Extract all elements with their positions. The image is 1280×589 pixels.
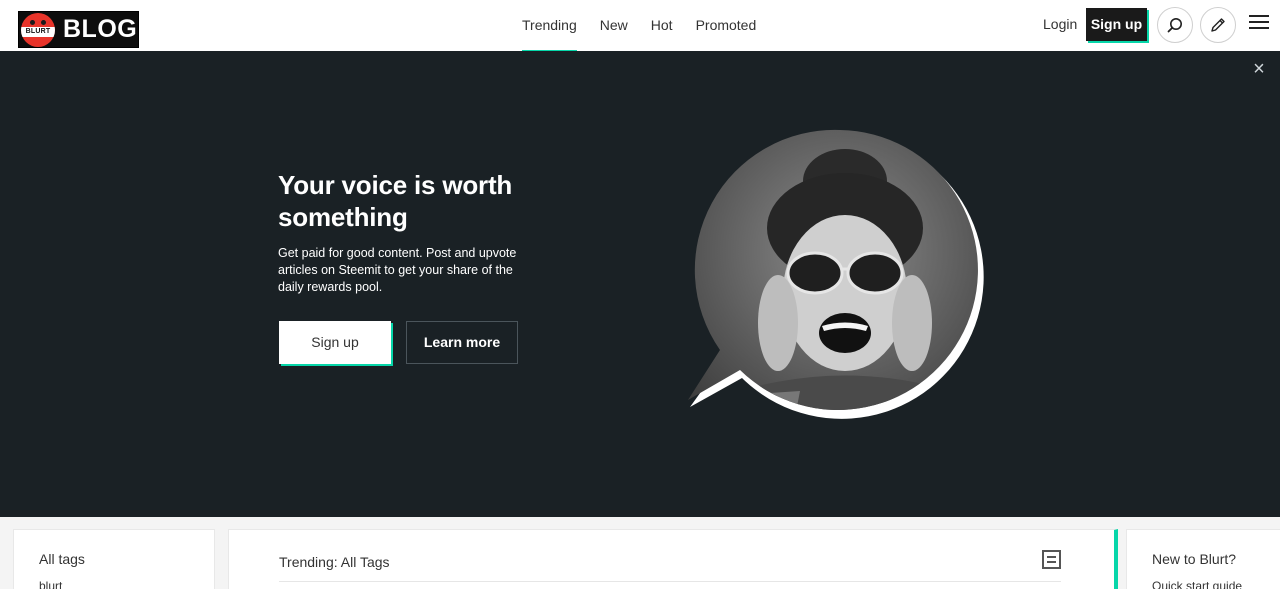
logo-text: BLOG: [63, 15, 138, 43]
nav-item-promoted[interactable]: Promoted: [696, 0, 757, 51]
hamburger-menu-icon[interactable]: [1249, 15, 1269, 35]
blurt-logo[interactable]: BLURT BLOG: [18, 11, 139, 48]
main-nav: Trending New Hot Promoted: [522, 0, 757, 53]
content-area: All tags blurt Trending: All Tags New to…: [0, 517, 1280, 589]
search-button[interactable]: [1157, 7, 1193, 43]
blurt-mascot-icon: BLURT: [21, 12, 55, 47]
new-to-blurt-sidebar: New to Blurt? Quick start guide: [1126, 529, 1280, 589]
close-icon[interactable]: ×: [1251, 59, 1267, 79]
post-feed: Trending: All Tags: [228, 529, 1118, 589]
learn-more-button[interactable]: Learn more: [406, 321, 518, 364]
hero-photo-speech-bubble: [688, 129, 984, 419]
signup-button[interactable]: Sign up: [1086, 8, 1147, 41]
tags-sidebar-title: All tags: [39, 551, 85, 567]
nav-item-trending[interactable]: Trending: [522, 0, 577, 53]
banner-signup-button[interactable]: Sign up: [279, 321, 391, 364]
feed-title: Trending: All Tags: [279, 554, 390, 570]
banner-title: Your voice is worth something: [278, 170, 513, 232]
create-post-button[interactable]: [1200, 7, 1236, 43]
welcome-banner: × Your voice is worth something Get paid…: [0, 51, 1280, 517]
nav-item-new[interactable]: New: [600, 0, 628, 51]
login-link[interactable]: Login: [1043, 16, 1077, 32]
tag-link[interactable]: blurt: [39, 579, 62, 589]
banner-subtitle: Get paid for good content. Post and upvo…: [278, 246, 517, 294]
pencil-icon: [1211, 18, 1225, 32]
tags-sidebar: All tags blurt: [13, 529, 215, 589]
search-icon: [1167, 18, 1182, 33]
feed-divider: [279, 581, 1061, 582]
layout-toggle-icon[interactable]: [1042, 550, 1061, 569]
nav-item-hot[interactable]: Hot: [651, 0, 673, 51]
top-header: BLURT BLOG Trending New Hot Promoted Log…: [0, 0, 1280, 53]
new-sidebar-title: New to Blurt?: [1152, 551, 1237, 567]
quick-start-link[interactable]: Quick start guide: [1152, 579, 1242, 589]
